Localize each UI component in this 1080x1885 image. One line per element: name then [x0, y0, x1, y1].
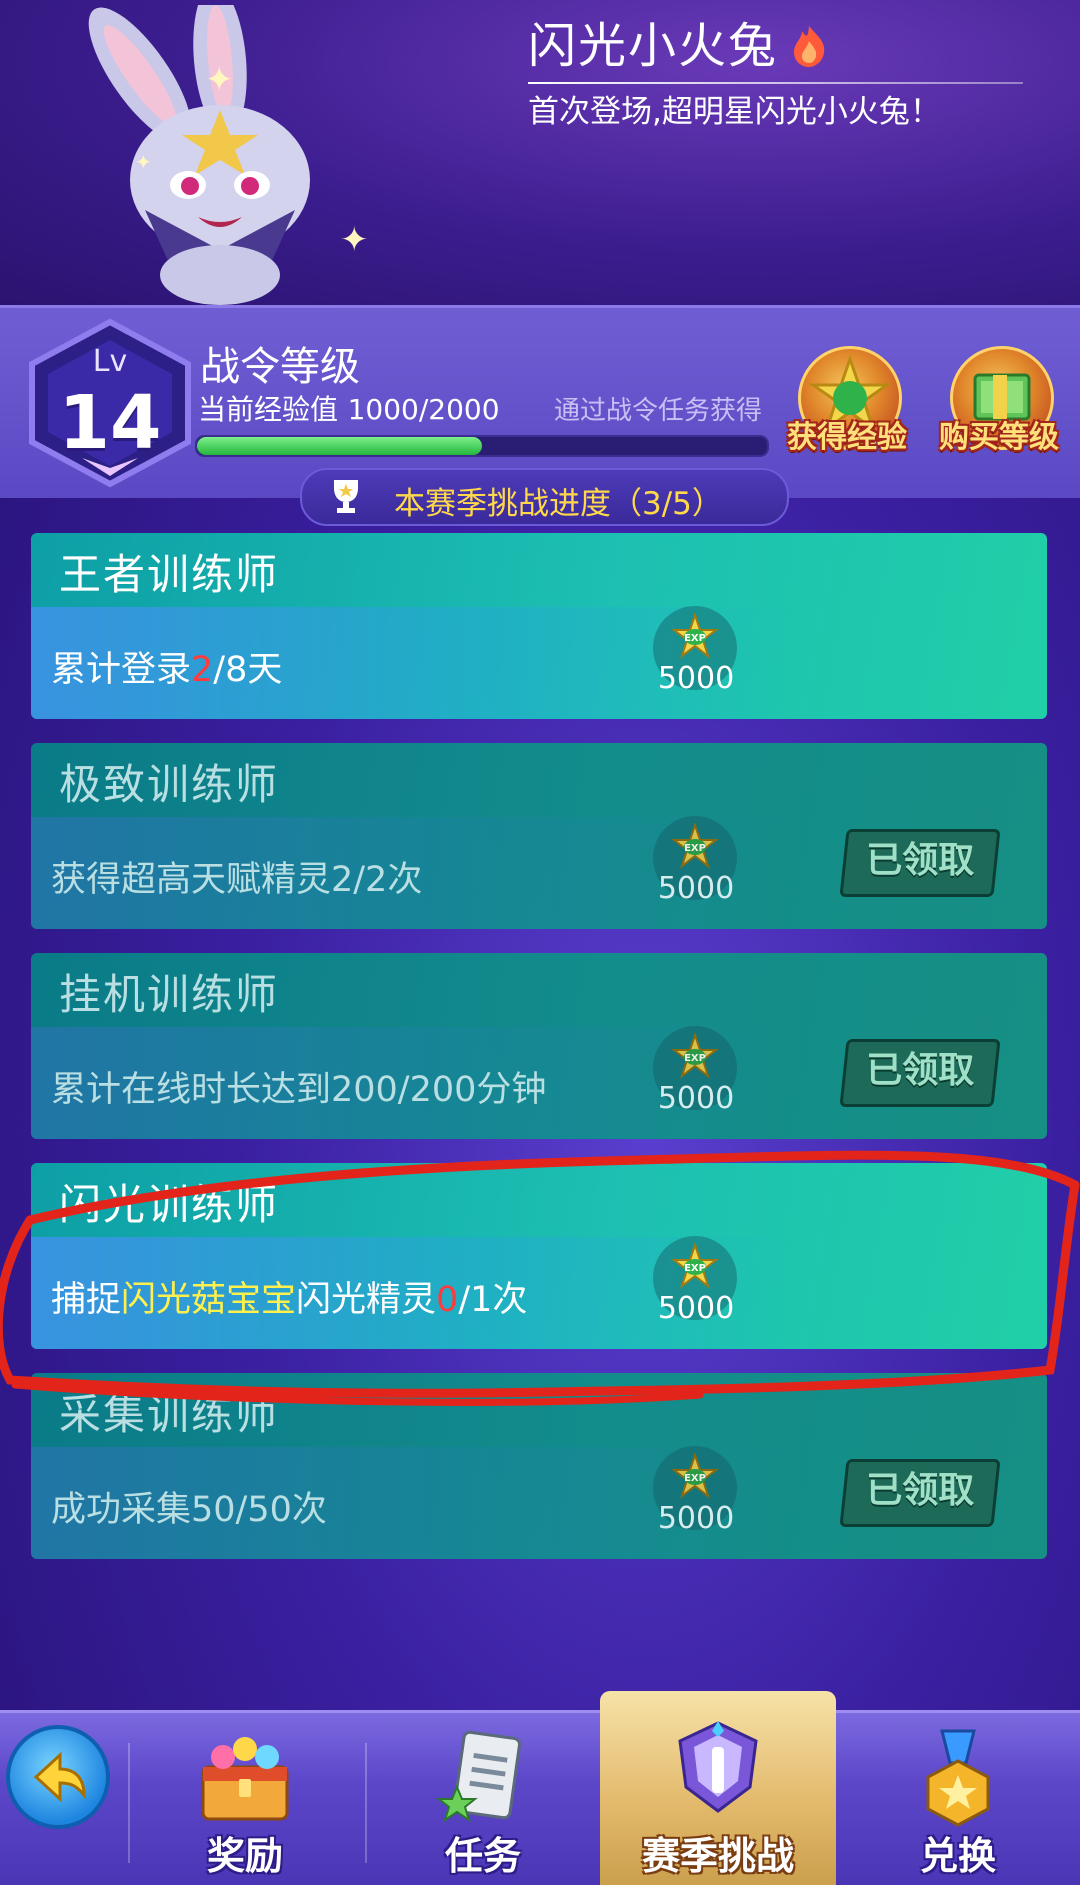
nav-tab-tasks[interactable]: 任务 — [383, 1713, 583, 1885]
treasure-chest-icon — [201, 1737, 289, 1821]
exp-icon-text: EXP — [684, 1473, 706, 1484]
task-card-header: 王者训练师 — [31, 533, 1047, 607]
fire-element-icon — [794, 26, 825, 67]
claimed-stamp: 已领取 — [839, 1459, 1001, 1527]
task-desc-text: 累计登录 — [51, 650, 192, 690]
nav-divider — [365, 1743, 367, 1863]
task-title: 王者训练师 — [59, 550, 280, 599]
claimed-label: 已领取 — [866, 840, 975, 881]
exp-star-icon: EXP — [671, 823, 719, 869]
task-desc-text: 捕捉 — [51, 1280, 122, 1320]
claimed-stamp: 已领取 — [839, 829, 1001, 897]
exp-reward-amount: 5000 — [657, 871, 735, 906]
nav-tab-label: 赛季挑战 — [641, 1834, 794, 1878]
pet-name: 闪光小火兔 — [528, 14, 1023, 78]
buy-level-button[interactable]: 购买等级 — [934, 346, 1064, 456]
task-description: 获得超高天赋精灵2/2次 — [51, 860, 423, 900]
flash-fire-rabbit-image — [88, 5, 310, 305]
task-title: 闪光训练师 — [59, 1180, 280, 1229]
exp-icon-text: EXP — [684, 843, 706, 854]
pet-banner: ✦ ✦ ✦ 闪光小火兔 首次登场,超明星闪光小火兔！ — [0, 0, 1080, 305]
task-description: 捕捉闪光菇宝宝闪光精灵0/1次 — [51, 1271, 527, 1322]
task-target-name: 闪光菇宝宝 — [121, 1280, 297, 1320]
task-title: 挂机训练师 — [59, 970, 280, 1019]
pet-name-text: 闪光小火兔 — [528, 18, 779, 74]
season-progress-pill: 本赛季挑战进度（3/5） — [300, 468, 789, 526]
task-progress-current: 0 — [436, 1280, 459, 1320]
exp-icon-text: EXP — [684, 1053, 706, 1064]
task-title: 极致训练师 — [59, 760, 280, 809]
exp-icon-text: EXP — [684, 1263, 706, 1274]
task-desc-text: /8天 — [213, 650, 283, 690]
nav-divider — [128, 1743, 130, 1863]
task-card-header: 采集训练师 — [31, 1373, 1047, 1447]
title-divider — [528, 82, 1023, 84]
level-badge: Lv 14 — [22, 318, 198, 488]
task-desc-text: 闪光精灵 — [296, 1280, 437, 1320]
task-description: 成功采集50/50次 — [51, 1490, 327, 1530]
exp-progress-fill — [197, 437, 482, 455]
exp-reward-amount: 5000 — [657, 1081, 735, 1116]
exp-reward-amount: 5000 — [657, 1291, 735, 1326]
exp-source-hint: 通过战令任务获得 — [554, 396, 763, 426]
back-button[interactable] — [6, 1725, 110, 1829]
nav-tab-rewards[interactable]: 奖励 — [145, 1713, 345, 1885]
current-exp: 当前经验值 1000/2000 — [198, 388, 500, 428]
exp-progress-bar — [195, 435, 769, 457]
medal-icon — [926, 1729, 990, 1827]
nav-tab-label: 奖励 — [206, 1834, 283, 1878]
exp-star-icon: EXP — [671, 1243, 719, 1289]
season-progress-text: 本赛季挑战进度（3/5） — [394, 486, 723, 522]
back-arrow-icon — [33, 1751, 86, 1803]
sparkle-icon: ✦ — [135, 150, 152, 174]
get-exp-button[interactable]: 获得经验 — [782, 346, 912, 456]
exp-icon-text: EXP — [684, 633, 706, 644]
claimed-label: 已领取 — [866, 1050, 975, 1091]
exp-star-icon: EXP — [671, 1033, 719, 1079]
exp-star-icon: EXP — [671, 613, 719, 659]
level-number: 14 — [58, 380, 162, 466]
task-progress-current: 2 — [191, 650, 214, 690]
exp-star-icon: EXP — [671, 1453, 719, 1499]
task-title: 采集训练师 — [59, 1390, 280, 1439]
task-card: 极致训练师 获得超高天赋精灵2/2次 EXP 5000 已领取 — [31, 743, 1047, 929]
task-desc-text: /1次 — [458, 1280, 528, 1320]
claimed-stamp: 已领取 — [839, 1039, 1001, 1107]
nav-tab-label: 任务 — [444, 1834, 521, 1878]
nav-tab-label: 兑换 — [919, 1834, 996, 1878]
task-description: 累计在线时长达到200/200分钟 — [51, 1070, 547, 1110]
task-description: 累计登录2/8天 — [51, 641, 282, 692]
trophy-icon — [334, 480, 358, 513]
season-emblem-icon — [678, 1721, 758, 1813]
task-card: 采集训练师 成功采集50/50次 EXP 5000 已领取 — [31, 1373, 1047, 1559]
sparkle-icon: ✦ — [205, 60, 234, 100]
task-card-header: 极致训练师 — [31, 743, 1047, 817]
task-card: 挂机训练师 累计在线时长达到200/200分钟 EXP 5000 已领取 — [31, 953, 1047, 1139]
task-card: 闪光训练师 捕捉闪光菇宝宝闪光精灵0/1次 EXP 5000 — [31, 1163, 1047, 1349]
nav-tab-season-challenge[interactable]: 赛季挑战 — [600, 1691, 836, 1885]
task-card-header: 闪光训练师 — [31, 1163, 1047, 1237]
task-list-icon — [436, 1730, 522, 1823]
buy-level-label: 购买等级 — [939, 420, 1059, 455]
sparkle-icon: ✦ — [340, 220, 369, 260]
task-card-header: 挂机训练师 — [31, 953, 1047, 1027]
pet-description: 首次登场,超明星闪光小火兔！ — [528, 94, 941, 130]
exp-value-text: 1000/2000 — [347, 393, 500, 426]
task-card: 王者训练师 累计登录2/8天 EXP 5000 — [31, 533, 1047, 719]
pet-title-box: 闪光小火兔 首次登场,超明星闪光小火兔！ — [528, 14, 1023, 132]
exp-reward-amount: 5000 — [657, 1501, 735, 1536]
bottom-navigation: 奖励 任务 赛季挑战 兑换 — [0, 1691, 1080, 1885]
level-label: Lv — [92, 344, 128, 379]
get-exp-label: 获得经验 — [787, 420, 907, 455]
task-card-body: 捕捉闪光菇宝宝闪光精灵0/1次 — [31, 1237, 1047, 1349]
nav-tab-exchange[interactable]: 兑换 — [858, 1713, 1058, 1885]
battle-pass-level-title: 战令等级 — [200, 344, 360, 390]
claimed-label: 已领取 — [866, 1470, 975, 1511]
task-card-body: 累计登录2/8天 — [31, 607, 1047, 719]
exp-label-text: 当前经验值 — [198, 393, 339, 426]
exp-reward-amount: 5000 — [657, 661, 735, 696]
